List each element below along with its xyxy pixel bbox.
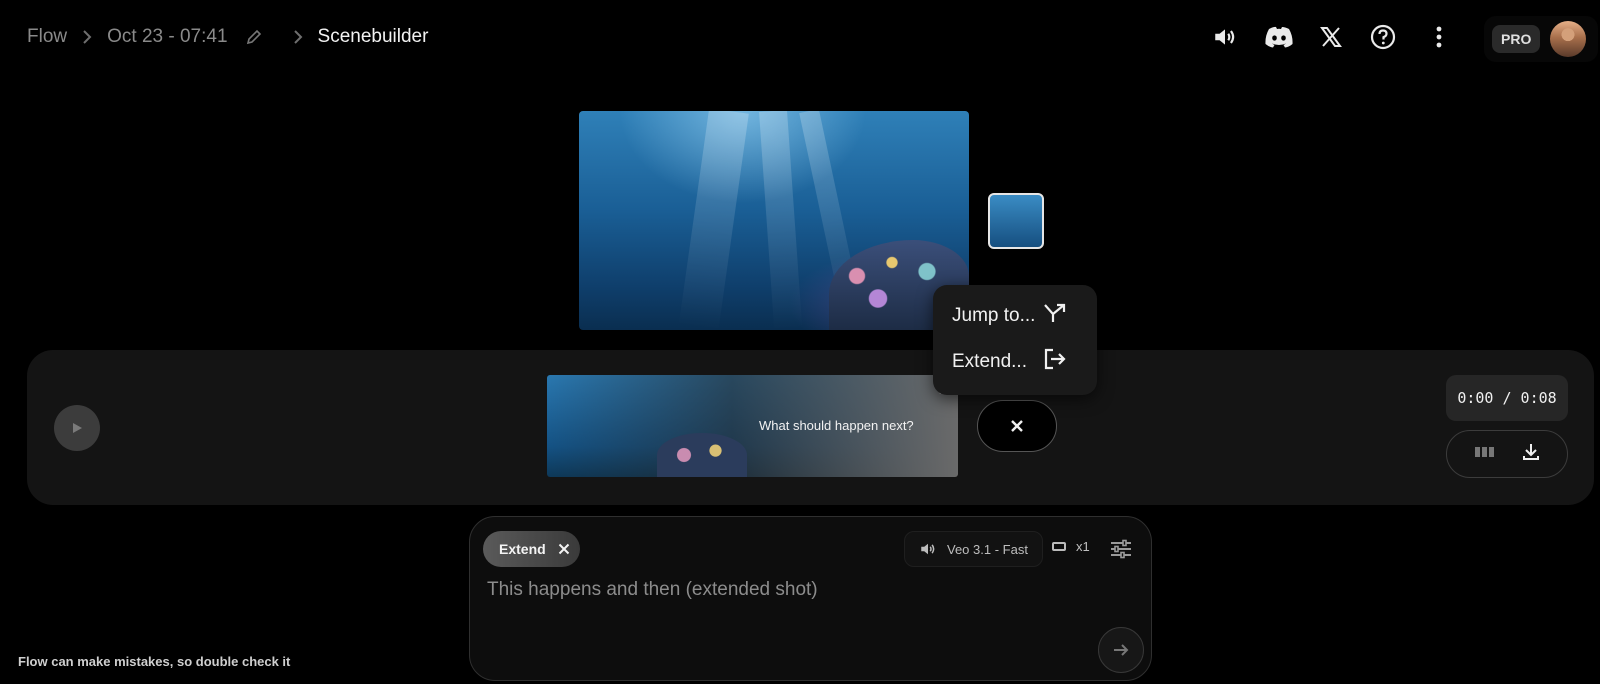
breadcrumb-current: Scenebuilder bbox=[317, 26, 429, 47]
timeline-panel: What should happen next? ✕ 0:00 / 0:08 bbox=[27, 350, 1594, 505]
help-icon[interactable] bbox=[1366, 20, 1400, 54]
output-count: x1 bbox=[1076, 539, 1090, 554]
chevron-right-icon bbox=[292, 29, 304, 45]
menu-item-label: Extend... bbox=[952, 351, 1027, 372]
arrow-right-icon bbox=[1114, 644, 1129, 656]
cancel-extend-button[interactable] bbox=[977, 400, 1057, 452]
extend-mode-chip[interactable]: Extend bbox=[483, 531, 580, 567]
menu-item-label: Jump to... bbox=[952, 305, 1036, 326]
model-name: Veo 3.1 - Fast bbox=[947, 541, 1028, 557]
header-actions bbox=[1208, 20, 1456, 54]
chevron-right-icon bbox=[81, 29, 93, 45]
menu-item-jump-to[interactable]: Jump to... bbox=[933, 293, 1097, 339]
edit-pencil-icon[interactable] bbox=[246, 29, 262, 45]
prompt-composer: Extend Veo 3.1 - Fast x1 bbox=[469, 516, 1152, 681]
prompt-input[interactable] bbox=[487, 579, 1087, 601]
volume-icon[interactable] bbox=[1208, 20, 1242, 54]
play-button[interactable] bbox=[54, 405, 100, 451]
pro-badge: PRO bbox=[1492, 25, 1541, 53]
clip-prompt-text: What should happen next? bbox=[759, 418, 914, 433]
model-selector[interactable]: Veo 3.1 - Fast bbox=[904, 531, 1043, 567]
timecode: 0:00 / 0:08 bbox=[1446, 375, 1568, 421]
output-count-selector[interactable]: x1 bbox=[1052, 539, 1090, 554]
breadcrumb-project[interactable]: Oct 23 - 07:41 bbox=[107, 26, 227, 48]
breadcrumb-flow[interactable]: Flow bbox=[27, 26, 67, 48]
timeline-tools bbox=[1446, 430, 1568, 478]
extend-exit-icon bbox=[1043, 348, 1067, 376]
breadcrumb: Flow Oct 23 - 07:41 Scenebuilder bbox=[27, 22, 428, 52]
jump-icon bbox=[1043, 302, 1067, 330]
disclaimer-text: Flow can make mistakes, so double check … bbox=[18, 654, 291, 669]
menu-item-extend[interactable]: Extend... bbox=[933, 339, 1097, 385]
coral-decor bbox=[657, 433, 747, 477]
clips-view-icon[interactable] bbox=[1474, 445, 1496, 464]
volume-icon bbox=[919, 540, 937, 558]
discord-icon[interactable] bbox=[1262, 20, 1296, 54]
tune-settings-icon[interactable] bbox=[1110, 539, 1132, 559]
aspect-ratio-icon bbox=[1052, 542, 1066, 551]
context-menu: Jump to... Extend... bbox=[933, 285, 1097, 395]
x-logo-icon[interactable] bbox=[1314, 20, 1348, 54]
send-button[interactable] bbox=[1098, 627, 1144, 673]
more-vert-icon[interactable] bbox=[1422, 20, 1456, 54]
avatar[interactable] bbox=[1550, 21, 1587, 57]
close-icon[interactable] bbox=[558, 543, 570, 555]
timeline-clip[interactable]: What should happen next? ✕ bbox=[547, 375, 958, 477]
download-icon[interactable] bbox=[1521, 442, 1541, 467]
account-area[interactable]: PRO bbox=[1484, 16, 1598, 62]
light-ray-decor bbox=[678, 111, 749, 330]
clip-thumbnail[interactable] bbox=[988, 193, 1044, 249]
play-icon bbox=[73, 423, 82, 433]
video-preview[interactable] bbox=[579, 111, 969, 330]
light-ray-decor bbox=[759, 111, 803, 330]
close-icon bbox=[1011, 420, 1023, 432]
chip-label: Extend bbox=[499, 541, 546, 557]
